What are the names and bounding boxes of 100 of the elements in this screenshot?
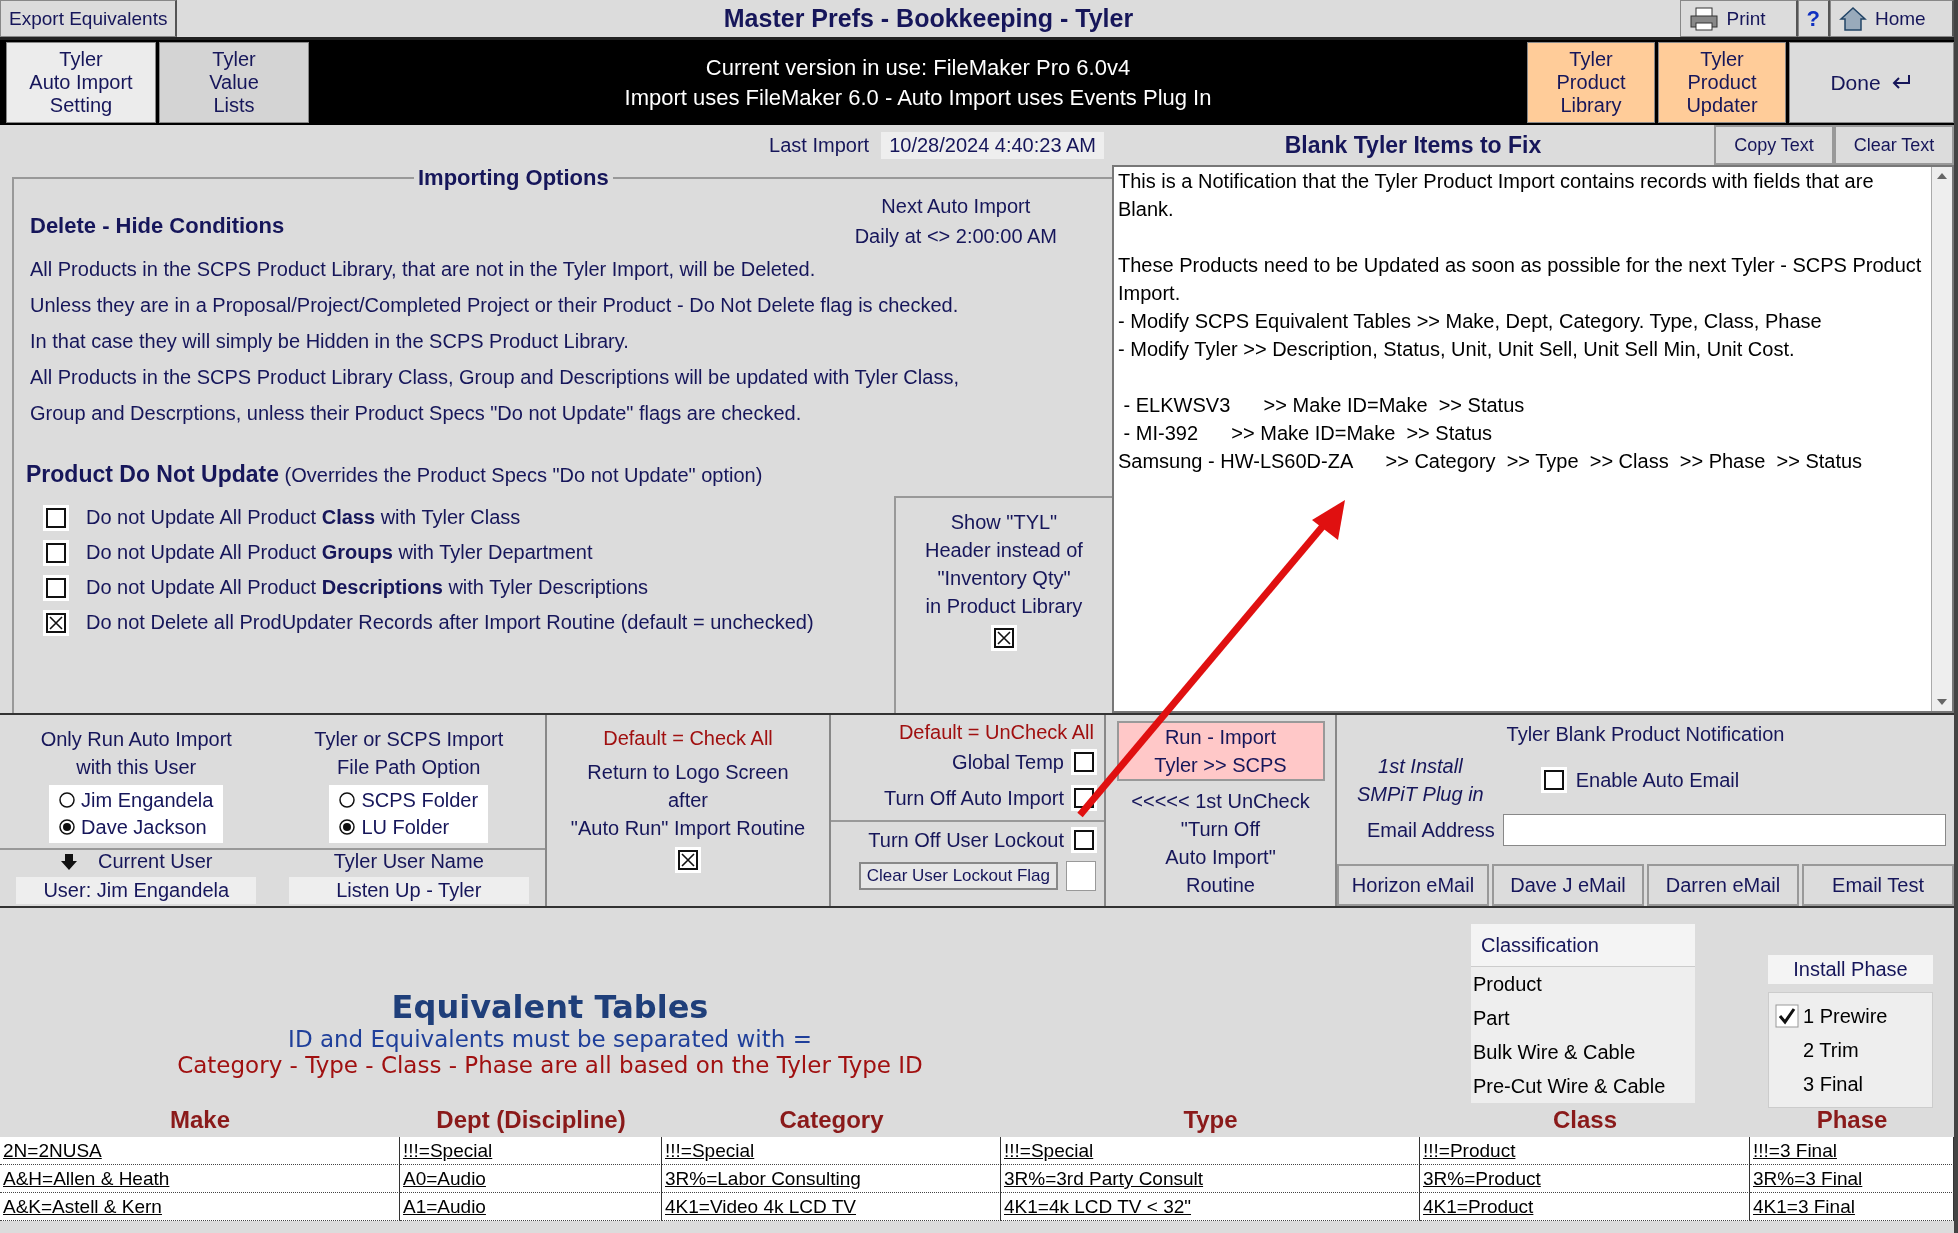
checkbox[interactable] [46,612,66,633]
checkbox[interactable] [46,577,66,598]
classification-title: Classification [1471,924,1695,967]
toggle-label: Turn Off User Lockout [868,828,1064,852]
run-import-button[interactable]: Run - Import Tyler >> SCPS [1116,721,1325,781]
table-cell: !!!=Special [400,1137,662,1165]
nav-button[interactable]: Tyler Product Updater [1658,42,1786,123]
condition-text: In that case they will simply be Hidden in the SCPS Product Library. [29,329,630,354]
done-button[interactable]: Done [1789,42,1954,123]
default-note: Default = Check All [603,727,773,750]
condition-text: Unless they are in a Proposal/Project/Completed Project or their Product - Do Not Delete flag is checked. [29,293,960,318]
table-cell: 3R%=Labor Consulting [662,1165,1001,1193]
classification-item[interactable]: Part [1471,1001,1695,1035]
checkbox[interactable] [1074,830,1094,850]
table-cell: !!!=Product [1420,1137,1750,1165]
email-button[interactable]: Horizon eMail [1337,864,1489,906]
export-equivalents-button[interactable]: Export Equivalents [0,0,178,37]
default-note: Default = UnCheck All [897,720,1095,744]
email-address-label: Email Address [1367,818,1495,842]
table-cell: 3R%=3 Final [1750,1165,1954,1193]
section-note: (Overrides the Product Specs "Do not Update" option) [284,464,763,486]
email-address-field[interactable] [1502,814,1946,846]
version-text: Import uses FileMaker 6.0 - Auto Import uses Events Plug In [624,84,1212,111]
column-header: Class [1551,1105,1618,1135]
column-header: Category [778,1105,885,1135]
tab[interactable]: Tyler Auto Import Setting [6,42,156,123]
section-heading: Delete - Hide Conditions [30,213,285,240]
table-cell: 3R%=Product [1420,1165,1750,1193]
radio-button[interactable] [339,792,356,808]
scrollbar[interactable] [1931,167,1952,711]
condition-text: Group and Descrptions, unless their Product Specs "Do not Update" flags are checked. [29,401,803,426]
current-user-label: Current User [98,850,213,873]
table-cell: A&K=Astell & Kern [0,1193,400,1221]
option-label: Do not Update All Product Class with Tyler Class [86,506,521,529]
toggle-label: Turn Off Auto Import [883,786,1064,810]
section-heading: Product Do Not Update [26,461,279,487]
condition-text: All Products in the SCPS Product Library Class, Group and Descriptions will be updated with Tyler Class, [29,365,960,390]
classification-item[interactable]: Product [1471,967,1695,1001]
option-label: Do not Delete all ProdUpdater Records after Import Routine (default = unchecked) [86,611,814,634]
table-cell: A0=Audio [400,1165,662,1193]
table-cell: !!!=Special [1001,1137,1420,1165]
home-button[interactable]: Home [1830,0,1954,37]
phase-option[interactable]: 1 Prewire [1775,999,1926,1033]
option-label: Do not Update All Product Groups with Tyler Department [86,541,593,564]
option-group-label: Tyler or SCPS Import File Path Option [314,726,504,780]
classification-item[interactable]: Bulk Wire & Cable [1471,1035,1695,1069]
table-cell: !!!=Special [662,1137,1001,1165]
equivalent-tables-subtitle: ID and Equivalents must be separated with = [288,1026,812,1052]
equivalent-tables-title: Equivalent Tables [391,988,709,1026]
text-button[interactable]: Copy Text [1714,125,1834,165]
text-button[interactable]: Clear Text [1834,125,1954,165]
notification-title: Tyler Blank Product Notification [1505,722,1786,746]
clear-lockout-button[interactable]: Clear User Lockout Flag [858,862,1058,890]
table-cell: 4K1=4k LCD TV < 32" [1001,1193,1420,1221]
checkmark-icon [1775,1004,1799,1028]
phase-option[interactable]: 3 Final [1775,1067,1926,1101]
importing-options-title: Importing Options [417,165,610,191]
email-button[interactable]: Email Test [1802,864,1954,906]
flag-field[interactable] [1066,861,1096,891]
toggle-label: Global Temp [952,750,1064,774]
table-cell: A&H=Allen & Heath [0,1165,400,1193]
checkbox[interactable] [46,507,66,528]
blank-items-title: Blank Tyler Items to Fix [1283,131,1543,159]
table-cell: !!!=3 Final [1750,1137,1954,1165]
email-button[interactable]: Dave J eMail [1492,864,1644,906]
notification-text: This is a Notification that the Tyler Product Import contains records with fields that are Blank. These Products need to be Updated as soon as possible for the next Tyler - SCPS Product Import. - Modify SCPS Equivalent Tables >> Make, Dept, Category. Type, Class, Phase - Modify Tyler >> Description, Status, Unit, Unit Sell, Unit Sell Min, Unit Cost. - ELKWSV3 >> Make ID=Make >> Status - MI-392 >> Make ID=Make >> Status Samsung - HW-LS60D-ZA >> Category >> Type >> Class >> Phase >> Status [1117,169,1923,474]
option-group-label: Only Run Auto Import with this User [40,726,232,780]
radio-button[interactable] [339,819,356,835]
help-button[interactable]: ? [1797,0,1830,37]
current-user-field: User: Jim Engandela [16,877,257,904]
radio-button[interactable] [59,819,76,835]
table-cell: 4K1=Video 4k LCD TV [662,1193,1001,1221]
checkbox[interactable] [678,850,698,870]
tab[interactable]: Tyler Value Lists [159,42,309,123]
phase-option[interactable]: 2 Trim [1775,1033,1926,1067]
checkbox[interactable] [46,542,66,563]
condition-text: All Products in the SCPS Product Library, that are not in the Tyler Import, will be Deleted. [29,257,817,282]
printer-icon [1688,5,1719,32]
run-import-note: <<<<< 1st UnCheck "Turn Off Auto Import" Routine [1131,789,1310,898]
classification-item[interactable]: Pre-Cut Wire & Cable [1471,1069,1695,1103]
email-button[interactable]: Darren eMail [1647,864,1799,906]
option-label: Do not Update All Product Descriptions with Tyler Descriptions [86,576,649,599]
checkbox[interactable] [994,628,1014,648]
checkbox[interactable] [1543,770,1564,790]
tyl-header-label: Show "TYL" Header instead of "Inventory Qty" in Product Library [925,510,1083,619]
install-phase-title: Install Phase [1768,955,1933,984]
radio-button[interactable] [59,792,76,808]
nav-button[interactable]: Tyler Product Library [1527,42,1655,123]
window-title: Master Prefs - Bookkeeping - Tyler [722,4,1135,33]
checkbox[interactable] [1074,752,1094,772]
print-button[interactable]: Print [1679,0,1798,37]
version-text: Current version in use: FileMaker Pro 6.0v4 [705,54,1131,81]
tyler-user-name-field: Listen Up - Tyler [288,877,529,904]
column-header: Make [168,1105,231,1135]
next-auto-import-text: Next Auto Import Daily at <> 2:00:00 AM [854,194,1057,249]
radio-label: Jim Engandela [81,787,214,813]
notification-text-area[interactable] [1112,165,1954,713]
table-cell: 2N=2NUSA [0,1137,400,1165]
return-to-logo-label: Return to Logo Screen after "Auto Run" Import Routine [570,760,806,841]
last-import-value: 10/28/2024 4:40:23 AM [881,131,1104,159]
